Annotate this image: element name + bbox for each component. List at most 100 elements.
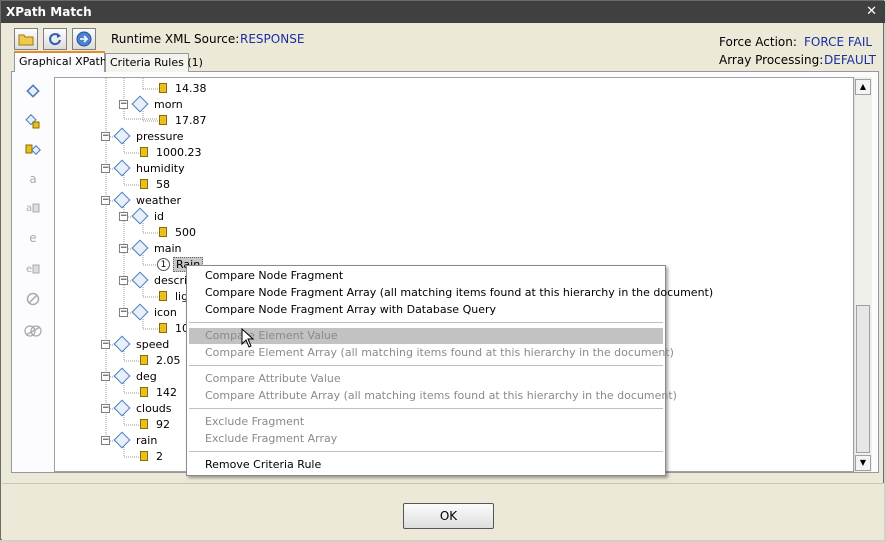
ok-button[interactable]: OK [403, 503, 494, 529]
tree-leaf[interactable]: 10 [159, 320, 189, 336]
menu-separator [189, 408, 663, 409]
tree-node[interactable]: − speed [101, 335, 169, 353]
tree-node[interactable]: − descri [119, 271, 187, 289]
value-icon [140, 419, 148, 429]
tree-leaf[interactable]: 14.38 [159, 80, 207, 96]
element-node-icon [113, 399, 131, 417]
value-icon [140, 451, 148, 461]
open-folder-button[interactable] [14, 28, 38, 50]
tree-leaf[interactable]: 1000.23 [140, 144, 202, 160]
element-icon: e [29, 231, 37, 245]
tree-leaf[interactable]: lig [159, 288, 188, 304]
tree-node[interactable]: − id [119, 207, 164, 225]
menu-item-compare-node-fragment[interactable]: Compare Node Fragment [205, 269, 343, 282]
menu-item-compare-attribute-array[interactable]: Compare Attribute Array (all matching it… [205, 389, 677, 402]
element-node-icon [113, 335, 131, 353]
svg-text:e: e [26, 264, 32, 275]
collapse-icon[interactable]: − [101, 435, 110, 445]
tree-leaf[interactable]: 142 [140, 384, 177, 400]
tree-leaf[interactable]: 2 [140, 448, 163, 464]
scroll-down-icon[interactable]: ▼ [855, 455, 871, 471]
tree-scrollbar[interactable]: ▲ ▼ [854, 77, 872, 472]
collapse-icon[interactable]: − [101, 163, 110, 173]
tree-node[interactable]: − clouds [101, 399, 172, 417]
tree-node[interactable]: − weather [101, 191, 181, 209]
add-element-icon: e [23, 259, 43, 277]
tree-node[interactable]: − rain [101, 431, 157, 449]
menu-item-compare-element-array[interactable]: Compare Element Array (all matching item… [205, 346, 674, 359]
tree-node[interactable]: − humidity [101, 159, 185, 177]
exclude-icon [23, 290, 43, 308]
menu-item-compare-node-fragment-array[interactable]: Compare Node Fragment Array (all matchin… [205, 286, 713, 299]
tab-criteria-rules[interactable]: Criteria Rules (1) [105, 53, 203, 72]
collapse-icon[interactable]: − [119, 307, 128, 317]
tree-node[interactable]: − main [119, 239, 181, 257]
value-icon [159, 323, 167, 333]
close-icon[interactable]: ✕ [866, 4, 877, 19]
menu-item-exclude-fragment-array[interactable]: Exclude Fragment Array [205, 432, 337, 445]
element-node-icon [113, 127, 131, 145]
tree-leaf[interactable]: 17.87 [159, 112, 207, 128]
runtime-source-label: Runtime XML Source: [111, 32, 240, 46]
tree-node[interactable]: − icon [119, 303, 177, 321]
force-action-value[interactable]: FORCE FAIL [804, 35, 872, 49]
svg-text:a: a [26, 203, 32, 214]
tree-node[interactable]: − pressure [101, 127, 184, 145]
menu-item-exclude-fragment[interactable]: Exclude Fragment [205, 415, 304, 428]
collapse-icon[interactable]: − [119, 243, 128, 253]
value-icon [140, 179, 148, 189]
collapse-icon[interactable]: − [101, 195, 110, 205]
exclude-array-icon [23, 322, 43, 340]
menu-separator [189, 322, 663, 323]
value-icon [140, 147, 148, 157]
menu-separator [189, 365, 663, 366]
collapse-icon[interactable]: − [119, 99, 128, 109]
context-menu: Compare Node Fragment Compare Node Fragm… [186, 265, 713, 476]
window-title: XPath Match [6, 5, 92, 19]
element-node-icon [113, 367, 131, 385]
element-node-icon [131, 239, 149, 257]
element-node-icon [131, 303, 149, 321]
tree-leaf[interactable]: 92 [140, 416, 170, 432]
value-icon [159, 83, 167, 93]
xpath-match-window: XPath Match ✕ Runtime XML Source: RESPON… [0, 0, 885, 540]
go-button[interactable] [72, 28, 96, 50]
element-node-icon [113, 191, 131, 209]
collapse-icon[interactable]: − [101, 339, 110, 349]
tree-node[interactable]: − morn [119, 95, 183, 113]
collapse-icon[interactable]: − [101, 371, 110, 381]
value-icon [140, 355, 148, 365]
scroll-up-icon[interactable]: ▲ [855, 79, 871, 95]
menu-item-compare-element-value[interactable]: Compare Element Value [205, 329, 338, 342]
collapse-icon[interactable]: − [101, 131, 110, 141]
tab-graphical-xpath[interactable]: Graphical XPath [14, 51, 107, 72]
node-icon[interactable] [23, 82, 43, 100]
value-icon [159, 115, 167, 125]
collapse-icon[interactable]: − [101, 403, 110, 413]
menu-item-remove-criteria-rule[interactable]: Remove Criteria Rule [205, 458, 321, 471]
title-bar[interactable]: XPath Match ✕ [1, 1, 885, 23]
array-processing-value[interactable]: DEFAULT [824, 53, 876, 67]
attribute-icon: a [29, 172, 37, 186]
collapse-icon[interactable]: − [119, 275, 128, 285]
element-node-icon [131, 271, 149, 289]
add-node-icon[interactable] [23, 112, 43, 130]
folder-icon [18, 34, 34, 46]
refresh-button[interactable] [43, 28, 67, 50]
tree-node[interactable]: − deg [101, 367, 157, 385]
array-processing-label: Array Processing: [719, 53, 824, 67]
menu-item-compare-attribute-value[interactable]: Compare Attribute Value [205, 372, 341, 385]
scroll-thumb[interactable] [856, 305, 870, 453]
menu-item-compare-node-fragment-array-db[interactable]: Compare Node Fragment Array with Databas… [205, 303, 496, 316]
tree-leaf[interactable]: 500 [159, 224, 196, 240]
tree-leaf[interactable]: 58 [140, 176, 170, 192]
refresh-icon [49, 33, 61, 46]
force-action-label: Force Action: [719, 35, 797, 49]
element-node-icon [113, 159, 131, 177]
tree-leaf[interactable]: 2.05 [140, 352, 181, 368]
node-value-icon[interactable] [23, 141, 43, 159]
side-toolbar: a a e e [13, 76, 53, 471]
runtime-source-value[interactable]: RESPONSE [240, 32, 304, 46]
collapse-icon[interactable]: − [119, 211, 128, 221]
element-node-icon [131, 95, 149, 113]
